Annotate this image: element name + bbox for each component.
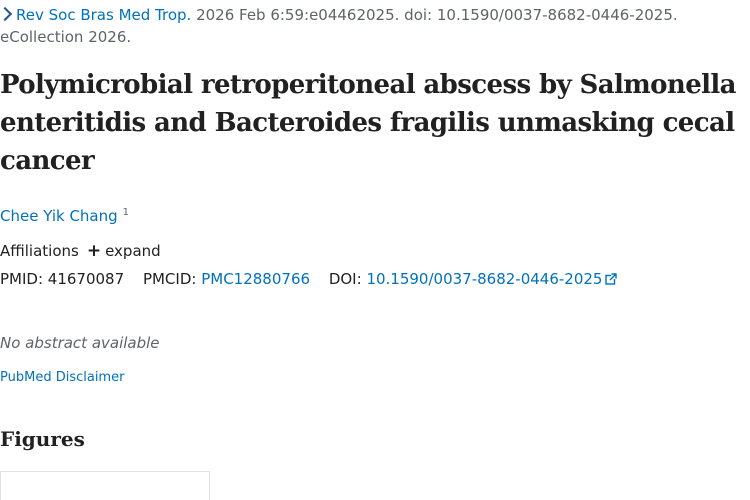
article-title: Polymicrobial retroperitoneal abscess by…	[0, 70, 737, 176]
doi-link[interactable]: 10.1590/0037-8682-0446-2025	[366, 270, 618, 288]
pmid-value: 41670087	[47, 270, 125, 288]
expand-label: expand	[105, 242, 161, 260]
affiliations-label: Affiliations	[0, 242, 79, 260]
pmcid-label: PMCID:	[142, 270, 197, 288]
pmcid-link[interactable]: PMC12880766	[201, 270, 310, 288]
pubmed-disclaimer-link[interactable]: PubMed Disclaimer	[0, 368, 124, 388]
article-identifiers: PMID: 41670087 PMCID: PMC12880766 DOI: 1…	[0, 268, 618, 290]
affiliations: Affiliations + expand	[0, 240, 161, 262]
figure-thumbnail[interactable]	[0, 471, 210, 500]
pmid-label: PMID:	[0, 270, 44, 288]
author-affiliation-ref[interactable]: 1	[123, 207, 129, 218]
author-link[interactable]: Chee Yik Chang	[0, 207, 118, 225]
abstract-status: No abstract available	[0, 334, 160, 352]
plus-icon: +	[86, 241, 102, 261]
citation-line-2: eCollection 2026.	[0, 28, 132, 46]
external-link-icon	[605, 273, 618, 285]
chevron-right-icon	[0, 6, 13, 22]
doi-value: 10.1590/0037-8682-0446-2025	[366, 270, 603, 288]
journal-link[interactable]: Rev Soc Bras Med Trop.	[16, 6, 191, 24]
doi-label: DOI:	[328, 270, 362, 288]
citation-details: 2026 Feb 6:59:e04462025. doi: 10.1590/00…	[191, 6, 678, 24]
citation: Rev Soc Bras Med Trop. 2026 Feb 6:59:e04…	[0, 4, 750, 48]
citation-line-1: Rev Soc Bras Med Trop. 2026 Feb 6:59:e04…	[0, 4, 750, 26]
affiliations-expand-button[interactable]: + expand	[86, 241, 161, 261]
authors-list: Chee Yik Chang 1	[0, 202, 129, 227]
figures-heading: Figures	[0, 427, 85, 451]
article-page: Rev Soc Bras Med Trop. 2026 Feb 6:59:e04…	[0, 0, 750, 500]
